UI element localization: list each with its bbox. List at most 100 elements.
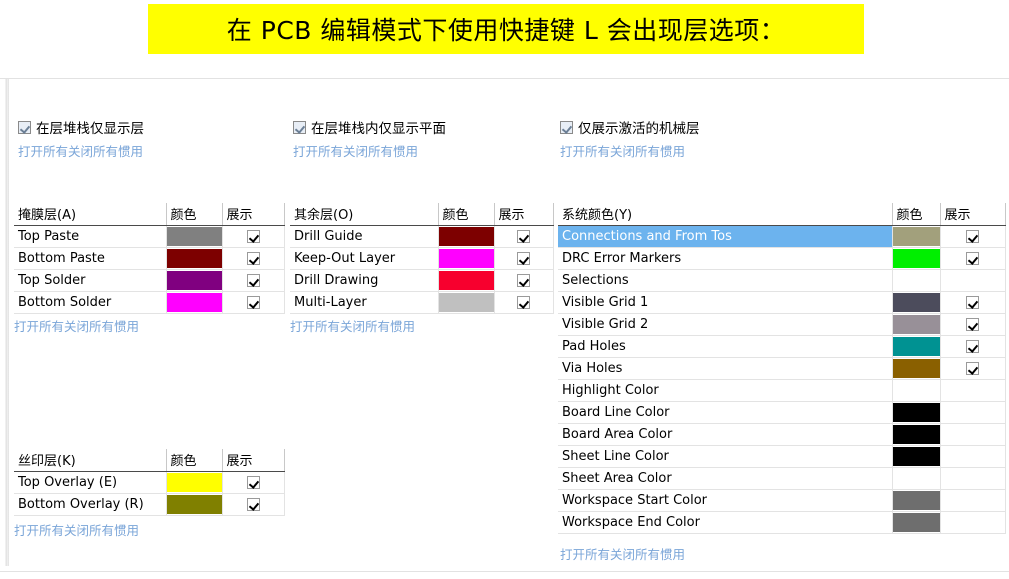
row-color-swatch-cell[interactable] [892, 511, 941, 534]
table-row[interactable]: Bottom Solder [14, 291, 285, 314]
table-row[interactable]: Connections and From Tos [558, 225, 1006, 248]
row-color-swatch-cell[interactable] [892, 225, 941, 248]
show-checkbox[interactable] [246, 274, 260, 287]
table-row[interactable]: Visible Grid 1 [558, 291, 1006, 314]
checkbox-stack-layers[interactable] [18, 120, 31, 134]
row-layer-name[interactable]: Workspace End Color [558, 511, 893, 534]
row-layer-name[interactable]: Sheet Area Color [558, 467, 893, 490]
col-header-show[interactable]: 展示 [940, 203, 1006, 226]
table-row[interactable]: Drill Drawing [290, 269, 554, 292]
row-layer-name[interactable]: Selections [558, 269, 893, 292]
row-layer-name[interactable]: Highlight Color [558, 379, 893, 402]
link-all-system-colors[interactable]: 打开所有关闭所有惯用 [560, 544, 685, 563]
row-color-swatch-cell[interactable] [166, 493, 223, 516]
row-show-cell[interactable] [940, 511, 1006, 534]
table-system-colors[interactable]: 系统颜色(Y) 颜色 展示 Connections and From Tos DR… [558, 203, 1006, 534]
show-checkbox[interactable] [966, 318, 979, 331]
col-header-other-title[interactable]: 其余层(O) [290, 203, 439, 226]
color-swatch[interactable] [892, 337, 940, 356]
show-checkbox[interactable] [517, 274, 530, 287]
row-show-cell[interactable] [494, 247, 554, 270]
row-layer-name[interactable]: Pad Holes [558, 335, 893, 358]
color-swatch[interactable] [892, 293, 940, 312]
table-row[interactable]: Drill Guide [290, 225, 554, 248]
col-header-system-title[interactable]: 系统颜色(Y) [558, 203, 893, 226]
table-row[interactable]: Bottom Overlay (R) [14, 493, 285, 516]
color-swatch[interactable] [892, 425, 940, 444]
table-silkscreen-layers[interactable]: 丝印层(K) 颜色 展示 Top Overlay (E) Bottom Overl… [14, 449, 285, 516]
row-show-cell[interactable] [222, 291, 285, 314]
table-row[interactable]: Top Solder [14, 269, 285, 292]
color-swatch[interactable] [892, 227, 940, 246]
color-swatch[interactable] [438, 249, 494, 268]
table-row[interactable]: Pad Holes [558, 335, 1006, 358]
row-color-swatch-cell[interactable] [892, 445, 941, 468]
table-mask-layers[interactable]: 掩膜层(A) 颜色 展示 Top Paste Bottom Paste Top So… [14, 203, 285, 314]
checkbox-row-stack-planes[interactable]: 在层堆栈内仅显示平面 [293, 119, 446, 137]
row-layer-name[interactable]: Sheet Line Color [558, 445, 893, 468]
row-show-cell[interactable] [222, 247, 285, 270]
table-row[interactable]: Board Line Color [558, 401, 1006, 424]
row-color-swatch-cell[interactable] [892, 291, 941, 314]
row-color-swatch-cell[interactable] [892, 379, 941, 402]
row-show-cell[interactable] [940, 489, 1006, 512]
show-checkbox[interactable] [246, 476, 260, 489]
row-show-cell[interactable] [940, 423, 1006, 446]
checkbox-row-active-mechanical[interactable]: 仅展示激活的机械层 [560, 119, 700, 137]
show-checkbox[interactable] [246, 252, 260, 265]
col-header-show[interactable]: 展示 [222, 449, 285, 472]
table-row[interactable]: Workspace Start Color [558, 489, 1006, 512]
row-layer-name[interactable]: Connections and From Tos [558, 225, 893, 248]
row-show-cell[interactable] [222, 225, 285, 248]
row-show-cell[interactable] [940, 445, 1006, 468]
show-checkbox[interactable] [966, 362, 979, 375]
col-header-show[interactable]: 展示 [222, 203, 285, 226]
show-checkbox[interactable] [966, 230, 979, 243]
row-color-swatch-cell[interactable] [892, 423, 941, 446]
color-swatch[interactable] [892, 513, 940, 532]
show-checkbox[interactable] [517, 252, 530, 265]
row-show-cell[interactable] [940, 225, 1006, 248]
row-color-swatch-cell[interactable] [438, 269, 495, 292]
row-color-swatch-cell[interactable] [892, 489, 941, 512]
row-color-swatch-cell[interactable] [438, 225, 495, 248]
show-checkbox[interactable] [966, 340, 979, 353]
row-color-swatch-cell[interactable] [166, 269, 223, 292]
row-layer-name[interactable]: Drill Drawing [290, 269, 439, 292]
table-row[interactable]: Highlight Color [558, 379, 1006, 402]
row-color-swatch-cell[interactable] [438, 291, 495, 314]
table-row[interactable]: Keep-Out Layer [290, 247, 554, 270]
row-show-cell[interactable] [940, 467, 1006, 490]
row-layer-name[interactable]: Keep-Out Layer [290, 247, 439, 270]
color-swatch[interactable] [438, 271, 494, 290]
table-row[interactable]: Multi-Layer [290, 291, 554, 314]
row-color-swatch-cell[interactable] [166, 225, 223, 248]
table-row[interactable]: Selections [558, 269, 1006, 292]
link-all-silkscreen-layers[interactable]: 打开所有关闭所有惯用 [14, 520, 139, 539]
table-row[interactable]: Via Holes [558, 357, 1006, 380]
table-row[interactable]: Visible Grid 2 [558, 313, 1006, 336]
link-all-stack-layers[interactable]: 打开所有关闭所有惯用 [18, 141, 144, 160]
row-color-swatch-cell[interactable] [166, 291, 223, 314]
row-color-swatch-cell[interactable] [892, 269, 941, 292]
checkbox-row-stack-layers[interactable]: 在层堆栈仅显示层 [18, 119, 144, 137]
row-layer-name[interactable]: DRC Error Markers [558, 247, 893, 270]
table-row[interactable]: DRC Error Markers [558, 247, 1006, 270]
checkbox-stack-planes[interactable] [293, 120, 306, 134]
row-color-swatch-cell[interactable] [892, 313, 941, 336]
link-all-mask-layers[interactable]: 打开所有关闭所有惯用 [14, 316, 139, 335]
row-show-cell[interactable] [494, 225, 554, 248]
color-swatch[interactable] [166, 227, 222, 246]
color-swatch[interactable] [166, 473, 222, 492]
row-color-swatch-cell[interactable] [892, 247, 941, 270]
link-all-active-mechanical[interactable]: 打开所有关闭所有惯用 [560, 141, 700, 160]
row-layer-name[interactable]: Board Area Color [558, 423, 893, 446]
color-swatch[interactable] [166, 271, 222, 290]
show-checkbox[interactable] [966, 296, 979, 309]
table-row[interactable]: Top Overlay (E) [14, 471, 285, 494]
table-row[interactable]: Sheet Area Color [558, 467, 1006, 490]
row-layer-name[interactable]: Workspace Start Color [558, 489, 893, 512]
show-checkbox[interactable] [517, 296, 530, 309]
show-checkbox[interactable] [966, 252, 979, 265]
row-show-cell[interactable] [222, 471, 285, 494]
